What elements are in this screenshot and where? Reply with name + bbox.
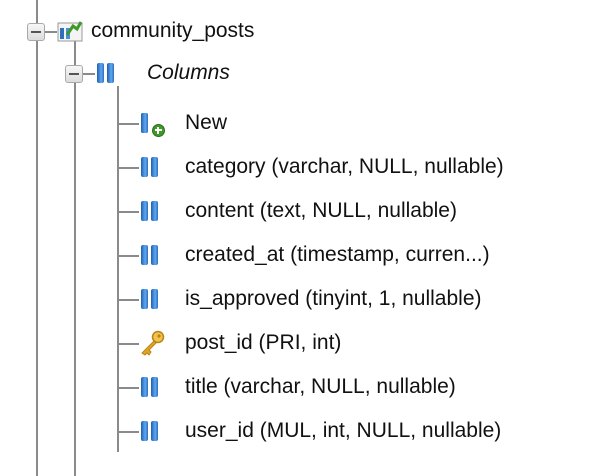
column-label: post_id (PRI, int)	[185, 331, 342, 354]
tree-item-column-created-at[interactable]: created_at (timestamp, curren...)	[185, 235, 490, 275]
columns-icon	[97, 63, 115, 83]
tree-line-left-outer	[36, 0, 38, 476]
column-label: user_id (MUL, int, NULL, nullable)	[185, 419, 502, 442]
tree-connector-col-0	[117, 123, 139, 125]
key-icon	[141, 330, 165, 356]
tree-connector-columns	[83, 73, 95, 75]
tree-connector-col-1	[117, 167, 139, 169]
tree-connector-col-2	[117, 211, 139, 213]
tree-node-table[interactable]: community_posts	[91, 11, 254, 51]
column-label: is_approved (tinyint, 1, nullable)	[185, 287, 482, 310]
tree-connector-col-7	[117, 431, 139, 433]
column-label: category (varchar, NULL, nullable)	[185, 155, 504, 178]
tree-connector-col-5	[117, 343, 139, 345]
table-label: community_posts	[91, 19, 255, 42]
tree-item-column-user-id[interactable]: user_id (MUL, int, NULL, nullable)	[185, 411, 501, 451]
tree-item-column-title[interactable]: title (varchar, NULL, nullable)	[185, 367, 456, 407]
column-icon	[141, 245, 159, 265]
tree-line-columns-branch	[117, 86, 119, 452]
tree-item-column-category[interactable]: category (varchar, NULL, nullable)	[185, 147, 504, 187]
table-icon	[57, 21, 83, 42]
minus-icon	[31, 31, 41, 33]
tree-connector-col-4	[117, 299, 139, 301]
column-icon	[141, 157, 159, 177]
tree-item-new-column[interactable]: New	[185, 103, 227, 143]
tree-connector-col-3	[117, 255, 139, 257]
collapse-columns-toggle[interactable]	[65, 65, 83, 83]
column-label: created_at (timestamp, curren...)	[185, 243, 490, 266]
navigation-tree: community_posts Columns New category (va…	[0, 0, 598, 476]
column-icon	[141, 421, 159, 441]
tree-node-columns[interactable]: Columns	[147, 53, 230, 93]
tree-item-column-is-approved[interactable]: is_approved (tinyint, 1, nullable)	[185, 279, 482, 319]
column-label: New	[185, 111, 228, 134]
minus-icon	[69, 73, 79, 75]
new-column-icon	[141, 113, 165, 137]
tree-connector-col-6	[117, 387, 139, 389]
column-icon	[141, 289, 159, 309]
tree-connector-table	[45, 31, 57, 33]
columns-group-label: Columns	[147, 61, 230, 84]
tree-line-left-inner	[74, 40, 76, 476]
column-icon	[141, 201, 159, 221]
column-label: title (varchar, NULL, nullable)	[185, 375, 456, 398]
collapse-table-toggle[interactable]	[27, 23, 45, 41]
column-label: content (text, NULL, nullable)	[185, 199, 457, 222]
column-icon	[141, 377, 159, 397]
tree-item-column-content[interactable]: content (text, NULL, nullable)	[185, 191, 457, 231]
tree-item-column-post-id[interactable]: post_id (PRI, int)	[185, 323, 341, 363]
